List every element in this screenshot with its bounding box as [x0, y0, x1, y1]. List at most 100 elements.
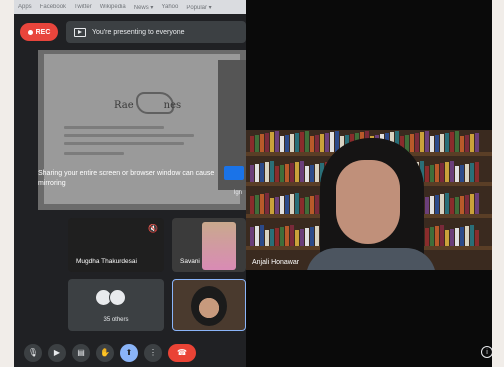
shared-screen-preview: Rae nes Sharing your entire screen or bro…: [38, 50, 246, 210]
book-spine: [445, 133, 449, 152]
book-spine: [410, 134, 414, 152]
presenting-bar: REC You're presenting to everyone: [14, 14, 246, 50]
bookmark-apps[interactable]: Apps: [18, 4, 32, 10]
book-spine: [305, 197, 309, 214]
bookmark-yahoo[interactable]: Yahoo: [161, 4, 178, 10]
book-spine: [265, 230, 269, 246]
slide-text-line: [64, 152, 124, 155]
speaker-face: [336, 160, 400, 244]
book-spine: [425, 197, 429, 214]
raise-hand-icon[interactable]: ✋: [96, 343, 114, 362]
book-spine: [470, 194, 474, 214]
participant-tile-others[interactable]: 35 others: [68, 279, 164, 331]
ignore-button[interactable]: Ign: [234, 190, 242, 196]
hang-up-icon[interactable]: ☎: [168, 343, 196, 362]
mic-off-icon: 🔇: [148, 224, 158, 233]
book-spine: [285, 164, 289, 182]
book-spine: [255, 164, 259, 182]
main-speaker-video: Anjali Honawar i: [246, 0, 492, 367]
book-spine: [465, 195, 469, 214]
book-spine: [260, 163, 264, 182]
book-spine: [320, 134, 324, 152]
book-spine: [430, 136, 434, 152]
book-spine: [425, 166, 429, 182]
participant-name: Savani: [180, 258, 200, 265]
info-icon[interactable]: i: [481, 346, 492, 358]
bookmark-popular[interactable]: Popular ▾: [186, 4, 211, 11]
book-spine: [290, 163, 294, 182]
book-spine: [305, 166, 309, 182]
book-spine: [430, 227, 434, 246]
book-spine: [460, 227, 464, 246]
bookmark-news[interactable]: News ▾: [134, 4, 154, 11]
book-spine: [250, 165, 254, 182]
book-spine: [315, 195, 319, 214]
meeting-screen: Apps Facebook Twitter Wikipedia News ▾ Y…: [14, 0, 492, 367]
book-spine: [470, 225, 474, 246]
book-spine: [315, 226, 319, 246]
book-spine: [475, 193, 479, 214]
presenting-text: You're presenting to everyone: [92, 28, 185, 36]
book-spine: [280, 165, 284, 182]
book-spine: [300, 132, 304, 152]
book-spine: [440, 163, 444, 182]
book-spine: [280, 227, 284, 246]
book-spine: [255, 226, 259, 246]
others-avatars: [95, 289, 126, 306]
book-spine: [260, 134, 264, 152]
presenting-banner[interactable]: You're presenting to everyone: [66, 21, 246, 43]
participant-tile-savani[interactable]: Savani: [172, 218, 246, 272]
book-spine: [430, 196, 434, 214]
book-spine: [250, 196, 254, 214]
mic-icon[interactable]: 🎙: [24, 343, 42, 362]
present-icon[interactable]: ⬆: [120, 343, 138, 362]
speaker-name: Anjali Honawar: [252, 259, 300, 266]
book-spine: [255, 135, 259, 152]
bookmark-facebook[interactable]: Facebook: [40, 4, 66, 10]
participant-tile-self[interactable]: [172, 279, 246, 331]
captions-icon[interactable]: ▤: [72, 343, 90, 362]
book-spine: [440, 194, 444, 214]
book-spine: [275, 228, 279, 246]
participant-tile-mugdha[interactable]: 🔇 Mugdha Thakurdesai: [68, 218, 164, 272]
book-spine: [330, 132, 334, 152]
camera-icon[interactable]: ▶: [48, 343, 66, 362]
book-spine: [260, 225, 264, 246]
book-spine: [435, 164, 439, 182]
book-spine: [250, 227, 254, 246]
book-spine: [455, 228, 459, 246]
book-spine: [445, 162, 449, 182]
book-spine: [445, 193, 449, 214]
present-screen-icon: [74, 27, 86, 37]
book-spine: [470, 134, 474, 152]
book-spine: [285, 226, 289, 246]
book-spine: [265, 162, 269, 182]
book-spine: [455, 131, 459, 152]
book-spine: [455, 197, 459, 214]
book-spine: [420, 132, 424, 152]
book-spine: [265, 193, 269, 214]
speaker-camera-feed: Anjali Honawar: [246, 130, 492, 270]
participant-name: Mugdha Thakurdesai: [76, 258, 137, 265]
book-spine: [450, 132, 454, 152]
book-spine: [425, 131, 429, 152]
book-spine: [310, 196, 314, 214]
mirrored-meeting-pane: [218, 60, 246, 190]
book-spine: [295, 230, 299, 246]
book-spine: [275, 166, 279, 182]
book-spine: [435, 135, 439, 152]
slide-text-line: [64, 134, 194, 137]
mirrored-button: [224, 166, 244, 180]
bookmark-twitter[interactable]: Twitter: [74, 4, 92, 10]
book-spine: [430, 165, 434, 182]
book-spine: [450, 161, 454, 182]
book-spine: [310, 227, 314, 246]
book-spine: [295, 162, 299, 182]
book-spine: [465, 164, 469, 182]
bookmark-wikipedia[interactable]: Wikipedia: [100, 4, 126, 10]
book-spine: [425, 228, 429, 246]
book-spine: [280, 196, 284, 214]
book-spine: [285, 195, 289, 214]
more-options-icon[interactable]: ⋮: [144, 343, 162, 362]
book-spine: [270, 198, 274, 214]
